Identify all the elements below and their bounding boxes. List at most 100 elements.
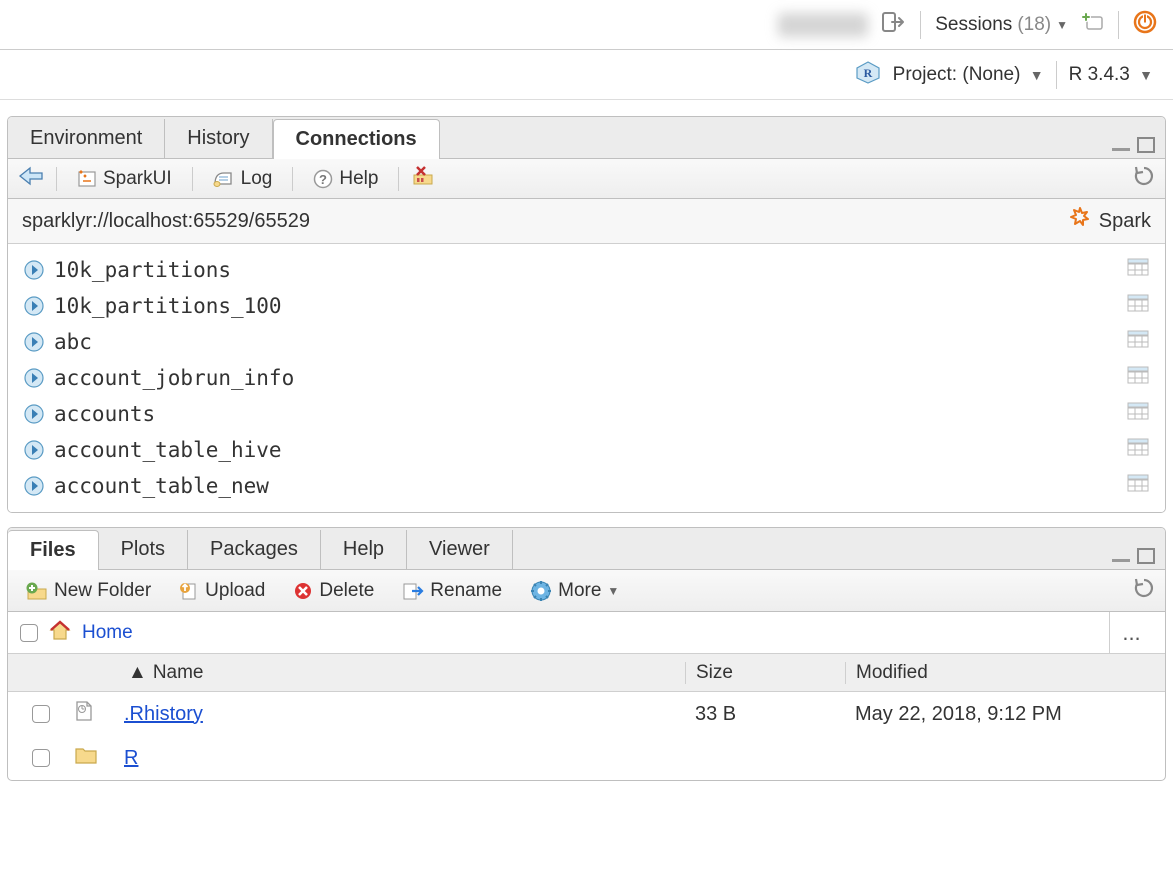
table-name-label: account_jobrun_info: [54, 366, 294, 390]
file-column-headers: ▲ Name Size Modified: [8, 654, 1165, 692]
r-version-dropdown[interactable]: R 3.4.3 ▼: [1069, 64, 1153, 86]
maximize-icon[interactable]: [1137, 548, 1155, 569]
table-name-label: 10k_partitions_100: [54, 294, 282, 318]
table-row[interactable]: 10k_partitions_100: [8, 288, 1165, 324]
tab-viewer[interactable]: Viewer: [407, 530, 513, 569]
expand-icon[interactable]: [24, 404, 44, 424]
chevron-down-icon: ▼: [1030, 67, 1044, 83]
minimize-icon[interactable]: [1111, 549, 1131, 568]
col-size[interactable]: Size: [685, 662, 845, 684]
disconnect-icon[interactable]: [411, 165, 435, 193]
more-label: More: [558, 580, 601, 602]
svg-text:R: R: [863, 66, 872, 80]
help-button[interactable]: ? Help: [305, 166, 386, 192]
top-bar: Sessions (18) ▼: [0, 0, 1173, 50]
project-dropdown[interactable]: Project: (None) ▼: [893, 64, 1044, 86]
refresh-icon[interactable]: [1133, 577, 1155, 605]
sessions-label: Sessions: [935, 14, 1012, 36]
table-grid-icon[interactable]: [1127, 258, 1149, 282]
breadcrumb-home-link[interactable]: Home: [82, 622, 133, 644]
delete-button[interactable]: Delete: [285, 578, 382, 604]
table-grid-icon[interactable]: [1127, 330, 1149, 354]
sparkui-label: SparkUI: [103, 168, 172, 190]
sparkui-button[interactable]: SparkUI: [69, 166, 180, 192]
expand-icon[interactable]: [24, 476, 44, 496]
more-dropdown[interactable]: More ▼: [522, 578, 627, 604]
upload-button[interactable]: Upload: [171, 578, 273, 604]
connection-path-row: sparklyr://localhost:65529/65529 Spark: [8, 199, 1165, 244]
table-name-label: account_table_hive: [54, 438, 282, 462]
new-session-icon[interactable]: [1082, 13, 1104, 36]
spark-star-icon: [1069, 207, 1091, 235]
new-folder-button[interactable]: New Folder: [18, 578, 159, 604]
file-checkbox[interactable]: [32, 705, 50, 723]
path-ellipsis-button[interactable]: ...: [1109, 612, 1153, 653]
expand-icon[interactable]: [24, 332, 44, 352]
table-row[interactable]: 10k_partitions: [8, 252, 1165, 288]
file-name-link[interactable]: .Rhistory: [124, 703, 203, 726]
folder-icon: [74, 745, 98, 771]
table-grid-icon[interactable]: [1127, 366, 1149, 390]
tab-help[interactable]: Help: [321, 530, 407, 569]
table-grid-icon[interactable]: [1127, 402, 1149, 426]
upload-label: Upload: [205, 580, 265, 602]
table-name-label: accounts: [54, 402, 155, 426]
table-row[interactable]: account_table_new: [8, 468, 1165, 504]
col-modified[interactable]: Modified: [845, 662, 1165, 684]
connection-url: sparklyr://localhost:65529/65529: [22, 210, 310, 233]
username-blurred: [778, 13, 868, 37]
file-name-link[interactable]: R: [124, 747, 138, 770]
log-button[interactable]: Log: [205, 166, 281, 192]
table-name-label: account_table_new: [54, 474, 269, 498]
table-row[interactable]: account_table_hive: [8, 432, 1165, 468]
back-arrow-icon[interactable]: [18, 166, 44, 192]
project-label: Project: (None): [893, 64, 1021, 85]
help-label: Help: [339, 168, 378, 190]
project-bar: R Project: (None) ▼ R 3.4.3 ▼: [0, 50, 1173, 100]
file-row: R: [8, 736, 1165, 780]
connections-toolbar: SparkUI Log ? Help: [8, 159, 1165, 199]
minimize-icon[interactable]: [1111, 138, 1131, 157]
files-tabs: Files Plots Packages Help Viewer: [8, 528, 1165, 570]
power-icon[interactable]: [1133, 10, 1157, 39]
tab-history[interactable]: History: [165, 119, 272, 158]
files-toolbar: New Folder Upload Delete Rename More ▼: [8, 570, 1165, 612]
table-grid-icon[interactable]: [1127, 438, 1149, 462]
select-all-checkbox[interactable]: [20, 624, 38, 642]
chevron-down-icon: ▼: [607, 584, 619, 598]
expand-icon[interactable]: [24, 368, 44, 388]
refresh-icon[interactable]: [1133, 165, 1155, 193]
tab-files[interactable]: Files: [8, 530, 99, 570]
maximize-icon[interactable]: [1137, 137, 1155, 158]
home-icon[interactable]: [48, 619, 72, 647]
connections-panel: Environment History Connections SparkUI …: [7, 116, 1166, 513]
file-modified: May 22, 2018, 9:12 PM: [845, 703, 1165, 726]
tab-connections[interactable]: Connections: [273, 119, 440, 159]
rename-button[interactable]: Rename: [394, 578, 510, 604]
svg-text:?: ?: [319, 172, 327, 187]
expand-icon[interactable]: [24, 296, 44, 316]
tab-packages[interactable]: Packages: [188, 530, 321, 569]
table-row[interactable]: accounts: [8, 396, 1165, 432]
table-grid-icon[interactable]: [1127, 474, 1149, 498]
log-label: Log: [241, 168, 273, 190]
rename-label: Rename: [430, 580, 502, 602]
connection-type: Spark: [1099, 210, 1151, 233]
file-checkbox[interactable]: [32, 749, 50, 767]
chevron-down-icon: ▼: [1139, 67, 1153, 83]
table-name-label: abc: [54, 330, 92, 354]
col-name[interactable]: ▲ Name: [124, 662, 685, 684]
file-size: 33 B: [685, 703, 845, 726]
r-version-label: R 3.4.3: [1069, 64, 1130, 85]
expand-icon[interactable]: [24, 440, 44, 460]
table-grid-icon[interactable]: [1127, 294, 1149, 318]
table-row[interactable]: abc: [8, 324, 1165, 360]
signout-icon[interactable]: [882, 11, 906, 38]
tab-environment[interactable]: Environment: [8, 119, 165, 158]
expand-icon[interactable]: [24, 260, 44, 280]
table-list: 10k_partitions 10k_partitions_100 abc: [8, 244, 1165, 512]
tab-plots[interactable]: Plots: [99, 530, 188, 569]
sessions-dropdown[interactable]: Sessions (18) ▼: [935, 14, 1068, 36]
divider: [1118, 11, 1119, 39]
table-row[interactable]: account_jobrun_info: [8, 360, 1165, 396]
